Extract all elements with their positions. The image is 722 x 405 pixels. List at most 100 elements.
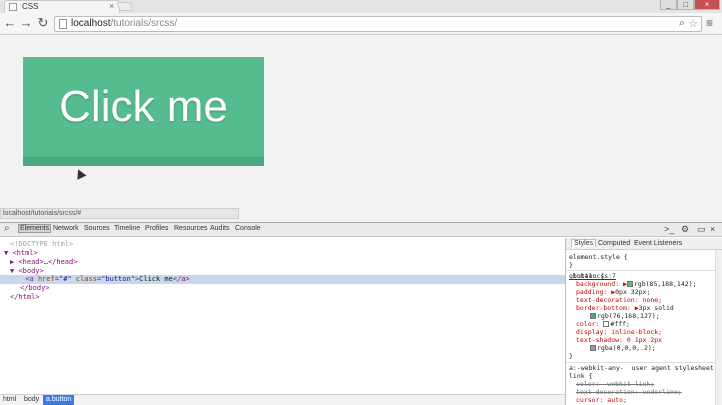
element-style-close: } [569, 261, 573, 269]
window-close-button[interactable]: × [694, 0, 720, 10]
menu-icon[interactable]: ≡ [706, 16, 713, 30]
class-value: "button" [101, 275, 135, 283]
prop-color[interactable]: color: #fff; [576, 320, 630, 328]
rule-divider [566, 362, 722, 363]
dom-anchor-row[interactable]: <a href="#" class="button">Click me</a> [0, 275, 565, 284]
breadcrumb: html body a.button [0, 394, 565, 405]
address-bar[interactable]: localhost/tutorials/srcss/ ⌕ ☆ [54, 16, 702, 32]
a-close: </a> [172, 275, 190, 283]
devtools-panel: ⌕ Elements Network Sources Timeline Prof… [0, 222, 722, 405]
rule-close: } [569, 352, 573, 360]
console-drawer-icon[interactable]: >_ [664, 224, 674, 234]
element-style-open: element.style { [569, 253, 628, 261]
tab-title: CSS [22, 2, 39, 11]
prop-border-bottom-name: border-bottom: ▶ [576, 304, 639, 312]
prop-border-bottom-color[interactable]: rgb(76,168,127); [590, 312, 660, 320]
prop-background-value: rgb(85,188,142); [633, 280, 697, 288]
crumb-html[interactable]: html [3, 396, 16, 403]
devtools-close-icon[interactable]: × [710, 224, 715, 234]
prop-text-shadow-color[interactable]: rgba(0,0,0,.2); [590, 344, 656, 352]
crumb-a-button[interactable]: a.button [43, 395, 75, 405]
html-open-tag: <html> [12, 249, 38, 257]
page-icon [59, 19, 67, 29]
sidebar-scrollbar[interactable] [715, 250, 722, 405]
dom-head[interactable]: ▶ <head>…</head> [10, 258, 575, 267]
sidebar-tabbar: Styles Computed Event Listeners [566, 238, 722, 250]
url-host: localhost [71, 18, 111, 29]
prop-color-value: #fff; [610, 320, 630, 328]
back-arrow-icon[interactable]: ← [2, 15, 18, 31]
color-swatch[interactable] [626, 281, 633, 287]
browser-toolbar: ← → ↻ localhost/tutorials/srcss/ ⌕ ☆ ≡ [0, 13, 722, 35]
status-url: localhost/tutorials/srcss/# [0, 208, 239, 219]
prop-border-bottom-value: 3px solid [638, 304, 674, 312]
dom-body-close[interactable]: </body> [20, 284, 585, 293]
tab-resources[interactable]: Resources [174, 225, 207, 232]
browser-tab[interactable]: CSS × [4, 0, 120, 13]
ua-cursor: cursor: auto; [576, 396, 627, 404]
href-value: "#" [59, 275, 72, 283]
gear-icon[interactable]: ⚙ [681, 224, 689, 235]
inspect-search-icon[interactable]: ⌕ [4, 223, 10, 234]
devtools-tabbar: ⌕ Elements Network Sources Timeline Prof… [0, 223, 722, 237]
new-tab-button[interactable] [116, 2, 134, 11]
head-tag: <head>…</head> [18, 258, 78, 266]
shadow-color-value: rgba(0,0,0,.2); [597, 344, 656, 352]
tab-computed[interactable]: Computed [598, 240, 630, 247]
tab-elements[interactable]: Elements [18, 224, 52, 233]
minimize-button[interactable]: _ [660, 0, 677, 10]
click-me-button[interactable]: Click me [23, 57, 264, 166]
tab-console[interactable]: Console [235, 225, 261, 232]
ua-selector-link: link { [569, 372, 593, 380]
reload-icon[interactable]: ↻ [35, 15, 51, 31]
anchor-text: Click me [139, 275, 173, 283]
color-swatch[interactable] [590, 345, 596, 351]
ua-selector: a:-webkit-any- user agent stylesheet [569, 364, 714, 372]
tab-strip: CSS × _ □ × [0, 0, 722, 13]
dom-tree: <!DOCTYPE html> ▼ <html> ▶ <head>…</head… [0, 238, 565, 391]
tab-timeline[interactable]: Timeline [114, 225, 140, 232]
dom-doctype[interactable]: <!DOCTYPE html> [10, 240, 575, 249]
prop-text-shadow[interactable]: text-shadow: 0 1px 2px [576, 336, 662, 344]
tab-sources[interactable]: Sources [84, 225, 110, 232]
ua-decoration: text-decoration: underline; [576, 388, 682, 396]
class-attr: class [75, 275, 97, 283]
color-swatch[interactable] [590, 313, 596, 319]
browser-window: CSS × _ □ × ← → ↻ localhost/tutorials/sr… [0, 0, 722, 405]
search-icon[interactable]: ⌕ [679, 17, 685, 30]
url-text: localhost/tutorials/srcss/ [71, 18, 177, 29]
tab-audits[interactable]: Audits [210, 225, 229, 232]
tab-network[interactable]: Network [53, 225, 79, 232]
maximize-button[interactable]: □ [677, 0, 694, 10]
prop-color-name: color: [576, 320, 600, 328]
a-open: <a [25, 275, 34, 283]
prop-text-decoration[interactable]: text-decoration: none; [576, 296, 662, 304]
tab-profiles[interactable]: Profiles [145, 225, 168, 232]
mouse-cursor-icon [73, 167, 87, 180]
tab-close-icon[interactable]: × [109, 1, 114, 11]
url-path: /tutorials/srcss/ [110, 18, 178, 29]
border-color-value: rgb(76,168,127); [597, 312, 660, 320]
rule-source-link[interactable]: global.css:7 [569, 272, 714, 280]
prop-border-bottom[interactable]: border-bottom: ▶3px solid [576, 304, 674, 312]
rule-divider [566, 270, 722, 271]
page-icon [9, 3, 17, 11]
dom-html-close[interactable]: </html> [10, 293, 575, 302]
prop-padding[interactable]: padding: ▶0px 32px; [576, 288, 650, 296]
tab-event-listeners[interactable]: Event Listeners [634, 240, 682, 247]
forward-arrow-icon[interactable]: → [18, 15, 34, 31]
dom-html-open[interactable]: ▼ <html> [4, 249, 569, 258]
page-viewport: Click me localhost/tutorials/srcss/# [0, 36, 722, 222]
crumb-body[interactable]: body [24, 396, 39, 403]
prop-padding-name: padding: ▶ [576, 288, 616, 296]
styles-sidebar: Styles Computed Event Listeners element.… [565, 238, 722, 405]
prop-padding-value: 0px 32px; [615, 288, 651, 296]
body-open-tag: <body> [18, 267, 44, 275]
bookmark-star-icon[interactable]: ☆ [688, 17, 698, 30]
prop-background[interactable]: background: ▶ rgb(85,188,142); [576, 280, 697, 288]
prop-display[interactable]: display: inline-block; [576, 328, 662, 336]
href-attr: href [37, 275, 55, 283]
dock-icon[interactable]: ▭ [697, 224, 706, 235]
color-swatch[interactable] [603, 321, 610, 327]
tab-styles[interactable]: Styles [571, 239, 597, 247]
